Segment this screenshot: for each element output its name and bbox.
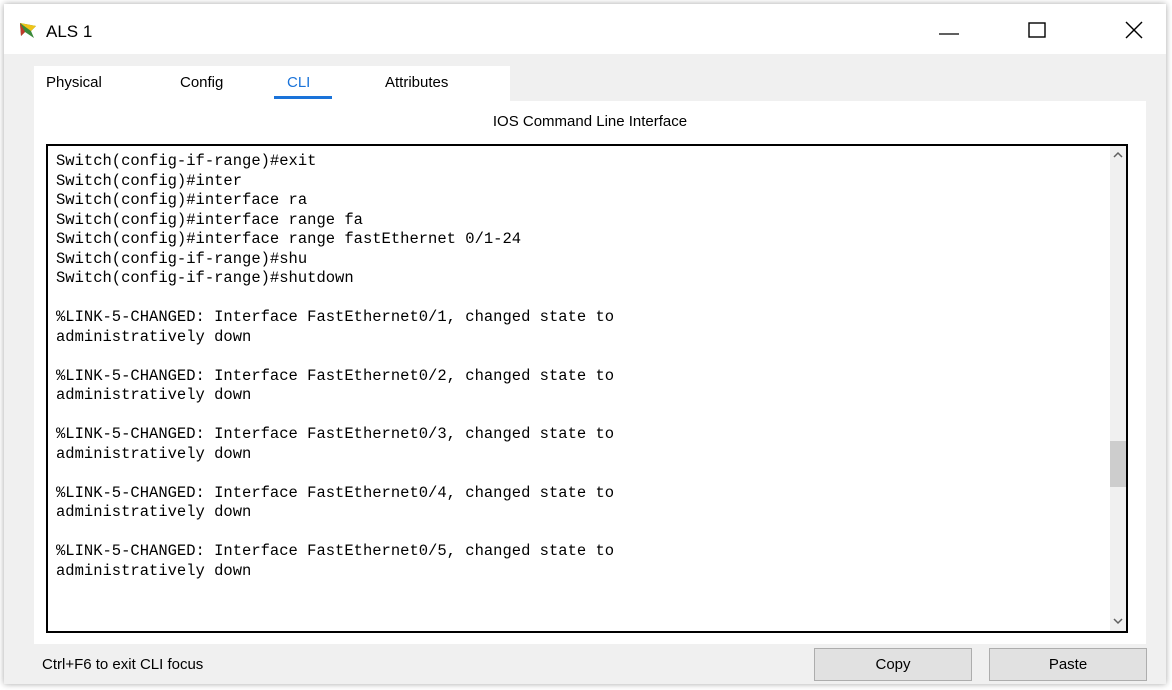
minimize-icon[interactable] (929, 14, 969, 46)
tab-cli[interactable]: CLI (287, 74, 310, 91)
terminal-line: %LINK-5-CHANGED: Interface FastEthernet0… (56, 308, 615, 326)
terminal-line: %LINK-5-CHANGED: Interface FastEthernet0… (56, 425, 615, 443)
terminal-line: Switch(config)#interface range fastEther… (56, 230, 522, 248)
terminal-line: administratively down (56, 386, 252, 404)
paste-button[interactable]: Paste (989, 648, 1147, 681)
terminal-line: %LINK-5-CHANGED: Interface FastEthernet0… (56, 483, 615, 502)
terminal-scrollbar[interactable] (1110, 146, 1126, 631)
terminal-line: administratively down (56, 327, 252, 346)
cli-window: ALS 1 Physical Config CLI Attributes IOS… (4, 4, 1166, 684)
scrollbar-thumb[interactable] (1110, 441, 1126, 487)
tab-config[interactable]: Config (180, 74, 223, 91)
maximize-icon[interactable] (1017, 14, 1057, 46)
cli-terminal[interactable]: Switch(config-if-range)#exit Switch(confi… (46, 144, 1128, 633)
terminal-line: administratively down (56, 503, 252, 521)
terminal-line: Switch(config-if-range)#shutdown (56, 269, 354, 287)
copy-button[interactable]: Copy (814, 648, 972, 681)
terminal-line: Switch(config)#interface ra (56, 191, 308, 209)
cli-focus-hint: Ctrl+F6 to exit CLI focus (42, 656, 204, 673)
packet-tracer-switch-icon (20, 23, 36, 38)
tab-physical[interactable]: Physical (46, 74, 102, 91)
terminal-line: Switch(config)#inter (56, 171, 243, 190)
cli-panel-title: IOS Command Line Interface (492, 113, 688, 130)
cli-panel: IOS Command Line Interface Switch(config… (34, 101, 1146, 644)
active-tab-indicator (274, 96, 332, 99)
scroll-up-icon[interactable] (1112, 150, 1124, 160)
title-bar: ALS 1 (4, 4, 1166, 54)
window-title: ALS 1 (46, 22, 93, 41)
terminal-line: administratively down (56, 561, 252, 580)
terminal-line: Switch(config-if-range)#shu (56, 249, 308, 268)
tab-attributes[interactable]: Attributes (385, 74, 448, 91)
terminal-output: Switch(config-if-range)#exit Switch(confi… (56, 152, 614, 581)
terminal-line: Switch(config-if-range)#exit (56, 152, 317, 170)
tab-bar: Physical Config CLI Attributes (34, 66, 510, 101)
close-icon[interactable] (1114, 14, 1154, 46)
scroll-down-icon[interactable] (1112, 616, 1124, 626)
terminal-line: %LINK-5-CHANGED: Interface FastEthernet0… (56, 366, 615, 385)
terminal-line: Switch(config)#interface range fa (56, 210, 363, 229)
terminal-line: administratively down (56, 444, 252, 463)
terminal-line: %LINK-5-CHANGED: Interface FastEthernet0… (56, 542, 615, 560)
